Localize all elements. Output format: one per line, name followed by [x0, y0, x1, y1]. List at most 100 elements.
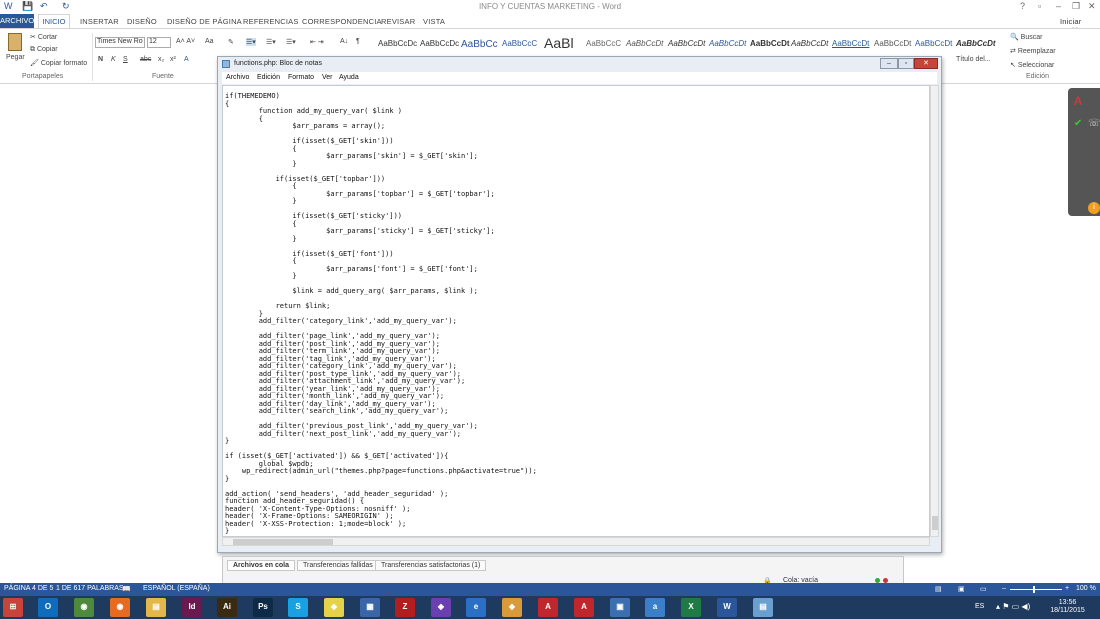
- menu-ayuda[interactable]: Ayuda: [339, 74, 359, 81]
- minimize-icon[interactable]: –: [1056, 1, 1061, 11]
- firefox-icon[interactable]: ◉: [110, 598, 130, 617]
- style-book-title[interactable]: AaBbCcDt: [956, 39, 996, 48]
- notepad-maximize-button[interactable]: ▫: [898, 58, 914, 69]
- outlook-icon[interactable]: O: [38, 598, 58, 617]
- folder-icon[interactable]: ◆: [324, 598, 344, 617]
- indesign-icon[interactable]: Id: [182, 598, 202, 617]
- phone-icon[interactable]: ☏: [1088, 118, 1100, 129]
- notepad-text-area[interactable]: if(THEMEDEMO) { function add_my_query_va…: [222, 85, 930, 537]
- style-strong[interactable]: AaBbCcDt: [750, 39, 790, 48]
- zoom-slider[interactable]: [1010, 589, 1062, 590]
- ribbon-options-icon[interactable]: ▫: [1038, 1, 1041, 11]
- subscript-button[interactable]: x₂: [158, 56, 164, 63]
- skype-icon[interactable]: S: [288, 598, 308, 617]
- format-painter-button[interactable]: 🖌 Copiar formato: [30, 59, 87, 67]
- style-normal[interactable]: AaBbCcDc: [378, 39, 417, 48]
- bold-button[interactable]: N: [98, 56, 103, 63]
- clear-format-icon[interactable]: ✎: [228, 38, 234, 46]
- clock[interactable]: 13:56 18/11/2015: [1045, 599, 1090, 615]
- word-icon[interactable]: W: [717, 598, 737, 617]
- underline-button[interactable]: S: [123, 56, 128, 63]
- multilevel-icon[interactable]: ☰▾: [286, 38, 296, 46]
- menu-edicion[interactable]: Edición: [257, 74, 280, 81]
- style-intense-ref[interactable]: AaBbCcDt: [915, 39, 952, 48]
- info-icon[interactable]: i: [1088, 202, 1100, 214]
- tab-archivo[interactable]: ARCHIVO: [0, 14, 34, 28]
- tab-revisar[interactable]: REVISAR: [381, 17, 415, 26]
- chrome-icon[interactable]: ◉: [74, 598, 94, 617]
- misc-icon[interactable]: ◆: [502, 598, 522, 617]
- tab-insertar[interactable]: INSERTAR: [80, 17, 119, 26]
- maximize-icon[interactable]: ❐: [1072, 1, 1080, 12]
- italic-button[interactable]: K: [111, 56, 116, 63]
- tab-inicio[interactable]: INICIO: [38, 14, 70, 28]
- paragraph-mark-icon[interactable]: ¶: [356, 38, 360, 45]
- style-subtitle[interactable]: AaBbCcC: [586, 39, 621, 48]
- photoshop-icon[interactable]: Ps: [253, 598, 273, 617]
- change-case-icon[interactable]: Aa: [205, 38, 214, 45]
- explorer-icon[interactable]: ▤: [146, 598, 166, 617]
- utility-icon[interactable]: ▦: [360, 598, 380, 617]
- style-sin-espaciado[interactable]: AaBbCcDc: [420, 39, 459, 48]
- tab-failed-transfers[interactable]: Transferencias fallidas: [297, 560, 379, 571]
- style-quote[interactable]: AaBbCcDt: [791, 39, 828, 48]
- strikethrough-button[interactable]: abc: [140, 56, 151, 63]
- vertical-scrollbar[interactable]: [930, 85, 939, 537]
- style-intense-emphasis[interactable]: AaBbCcDt: [709, 39, 746, 48]
- copy-button[interactable]: ⧉ Copiar: [30, 46, 58, 54]
- ie-icon[interactable]: e: [466, 598, 486, 617]
- notepad-minimize-button[interactable]: –: [880, 58, 898, 69]
- menu-formato[interactable]: Formato: [288, 74, 314, 81]
- style-emphasis[interactable]: AaBbCcDt: [668, 39, 705, 48]
- superscript-button[interactable]: x²: [170, 56, 176, 63]
- style-subtle-emphasis[interactable]: AaBbCcDt: [626, 39, 663, 48]
- read-mode-icon[interactable]: ▤: [935, 585, 942, 593]
- select-button[interactable]: ↖ Seleccionar: [1010, 61, 1054, 69]
- tab-diseno-pagina[interactable]: DISEÑO DE PÁGINA: [167, 17, 242, 26]
- text-effects-button[interactable]: A: [184, 56, 189, 63]
- start-icon[interactable]: ⊞: [3, 598, 23, 617]
- style-intense-quote[interactable]: AaBbCcDt: [832, 39, 869, 48]
- zoom-out-icon[interactable]: –: [1002, 585, 1006, 592]
- language-indicator[interactable]: ESPAÑOL (ESPAÑA): [143, 585, 210, 592]
- style-subtle-ref[interactable]: AaBbCcDt: [874, 39, 911, 48]
- find-button[interactable]: 🔍 Buscar: [1010, 33, 1042, 41]
- tab-queued-files[interactable]: Archivos en cola: [227, 560, 296, 571]
- style-titulo2[interactable]: AaBbCcC: [502, 39, 537, 48]
- style-titulo1[interactable]: AaBbCc: [461, 39, 498, 50]
- vertical-scroll-thumb[interactable]: [932, 516, 938, 530]
- menu-ver[interactable]: Ver: [322, 74, 333, 81]
- keyboard-language[interactable]: ES: [975, 603, 984, 610]
- tab-successful-transfers[interactable]: Transferencias satisfactorias (1): [375, 560, 487, 571]
- tab-vista[interactable]: VISTA: [423, 17, 445, 26]
- tab-referencias[interactable]: REFERENCIAS: [243, 17, 299, 26]
- illustrator-icon[interactable]: Ai: [217, 598, 237, 617]
- acrobat-pro-icon[interactable]: A: [574, 598, 594, 617]
- zoom-slider-thumb[interactable]: [1033, 586, 1035, 593]
- tool-icon[interactable]: ◆: [431, 598, 451, 617]
- numbering-icon[interactable]: ☰▾: [266, 38, 276, 46]
- page-indicator[interactable]: PÁGINA 4 DE 5: [4, 585, 53, 592]
- font-grow-icon[interactable]: A˄ A˅: [176, 38, 195, 45]
- replace-button[interactable]: ⇄ Reemplazar: [1010, 47, 1056, 55]
- close-icon[interactable]: ✕: [1088, 1, 1096, 12]
- proofing-icon[interactable]: 📖: [122, 585, 131, 593]
- network-icon[interactable]: ▣: [610, 598, 630, 617]
- web-layout-icon[interactable]: ▭: [980, 585, 987, 593]
- indent-icon[interactable]: ⇤ ⇥: [310, 38, 324, 46]
- zoom-in-icon[interactable]: +: [1065, 585, 1069, 592]
- filezilla-icon[interactable]: Z: [395, 598, 415, 617]
- app-a-icon[interactable]: a: [645, 598, 665, 617]
- side-widget[interactable]: A ✔ ☏ i: [1068, 88, 1100, 216]
- help-icon[interactable]: ?: [1020, 1, 1025, 11]
- excel-icon[interactable]: X: [681, 598, 701, 617]
- print-layout-icon[interactable]: ▣: [958, 585, 965, 593]
- sort-icon[interactable]: A↓: [340, 38, 348, 45]
- word-count[interactable]: 1 DE 617 PALABRAS: [56, 585, 124, 592]
- menu-archivo[interactable]: Archivo: [226, 74, 249, 81]
- horizontal-scrollbar[interactable]: [222, 537, 930, 546]
- paste-button[interactable]: Pegar: [6, 54, 25, 61]
- zoom-level[interactable]: 100 %: [1076, 585, 1096, 592]
- font-size-select[interactable]: 12: [147, 37, 171, 48]
- acrobat-icon[interactable]: A: [538, 598, 558, 617]
